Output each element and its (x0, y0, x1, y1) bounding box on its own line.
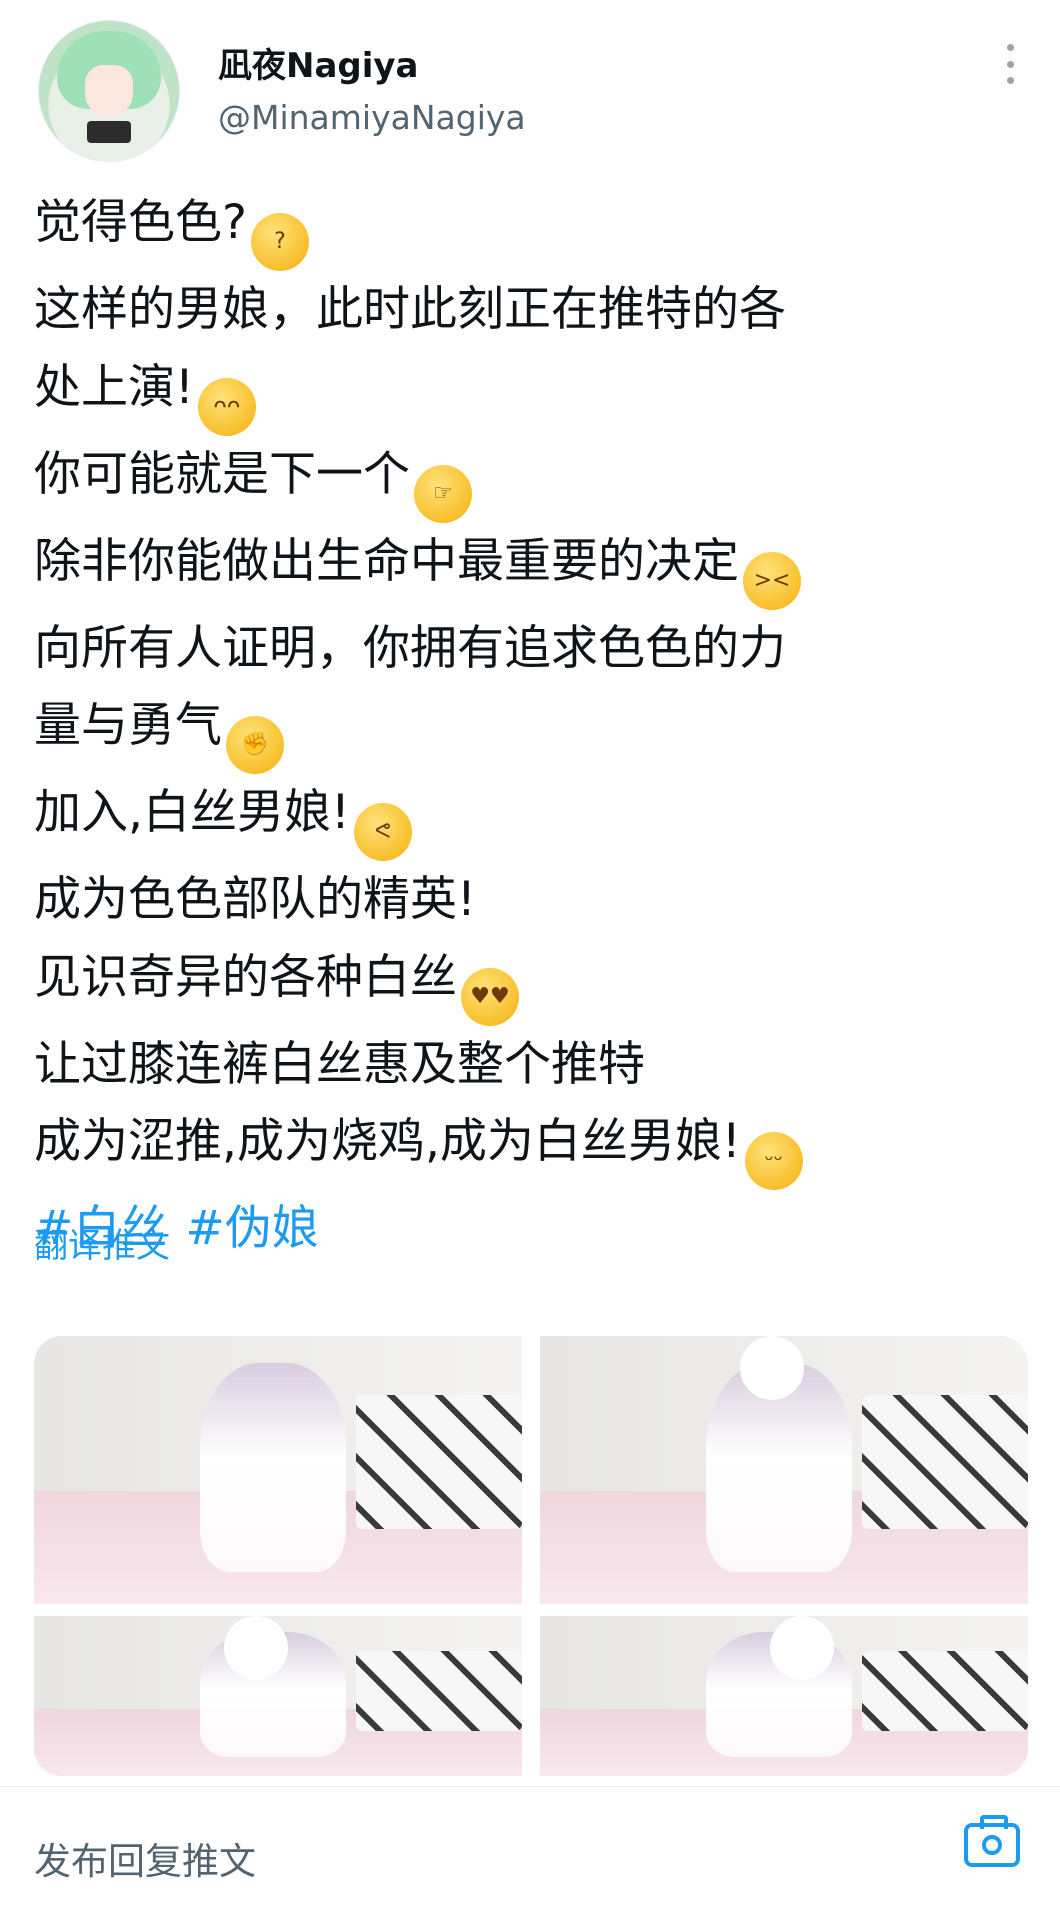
media-photo[interactable] (34, 1336, 522, 1604)
anxious-face-icon: ᴖᴖ (197, 377, 256, 436)
tweet-line: 这样的男娘，此时此刻正在推特的各 (34, 282, 786, 337)
media-photo[interactable] (540, 1336, 1028, 1604)
reply-bar: 发布回复推文 (0, 1786, 1060, 1921)
tweet-line: 让过膝连裤白丝惠及整个推特 (34, 1036, 645, 1092)
reply-input[interactable]: 发布回复推文 (34, 1831, 256, 1885)
tweet-line: 量与勇气 ✊ (34, 687, 1034, 774)
media-photo[interactable] (34, 1616, 522, 1776)
tweet-line: 处上演! ᴖᴖ (34, 349, 1034, 436)
tweet-line: 觉得色色?? (34, 184, 1034, 271)
user-handle[interactable]: @MinamiyaNagiya (218, 98, 526, 137)
pointing-hand-icon: ☞ (414, 464, 472, 523)
fist-icon: ✊ (226, 716, 284, 774)
hashtags: #白丝 #伪娘 (34, 1190, 1034, 1268)
avatar-face (85, 65, 133, 117)
heart-eyes-icon: ♥♥ (461, 967, 519, 1026)
tweet-line: 加入,白丝男娘! ᕙ (34, 774, 1034, 861)
tweet-text: 觉得色色?? 这样的男娘，此时此刻正在推特的各 处上演! ᴖᴖ 你可能就是下一个 ☞… (34, 184, 1034, 1268)
tweet-line: 成为涩推,成为烧鸡,成为白丝男娘! ᵕᵕ (34, 1103, 1034, 1190)
camera-icon[interactable] (964, 1815, 1020, 1867)
media-photo[interactable] (540, 1616, 1028, 1776)
avatar[interactable] (38, 20, 180, 162)
tweet-line: 除非你能做出生命中最重要的决定 >< (34, 523, 1034, 610)
hashtag-link[interactable]: #伪娘 (185, 1201, 318, 1256)
tweet-line: 见识奇异的各种白丝 ♥♥ (34, 939, 1034, 1026)
tweet-header: 凪夜Nagiya @MinamiyaNagiya (0, 0, 1060, 170)
translate-tweet-link[interactable]: 翻译推文 (34, 1218, 170, 1267)
drooling-face-icon: ᵕᵕ (744, 1132, 803, 1190)
steam-face-icon: >< (743, 551, 801, 610)
media-grid (34, 1336, 1028, 1776)
tweet-line: 向所有人证明，你拥有追求色色的力 (34, 620, 786, 676)
thinking-face-icon: ? (250, 213, 309, 271)
tweet-line: 成为色色部队的精英! (34, 872, 476, 927)
tweet-line: 你可能就是下一个 ☞ (34, 436, 1034, 523)
flexed-biceps-icon: ᕙ (353, 803, 412, 861)
avatar-bow (87, 121, 131, 143)
display-name[interactable]: 凪夜Nagiya (218, 38, 419, 87)
more-vertical-icon[interactable] (1000, 44, 1020, 84)
